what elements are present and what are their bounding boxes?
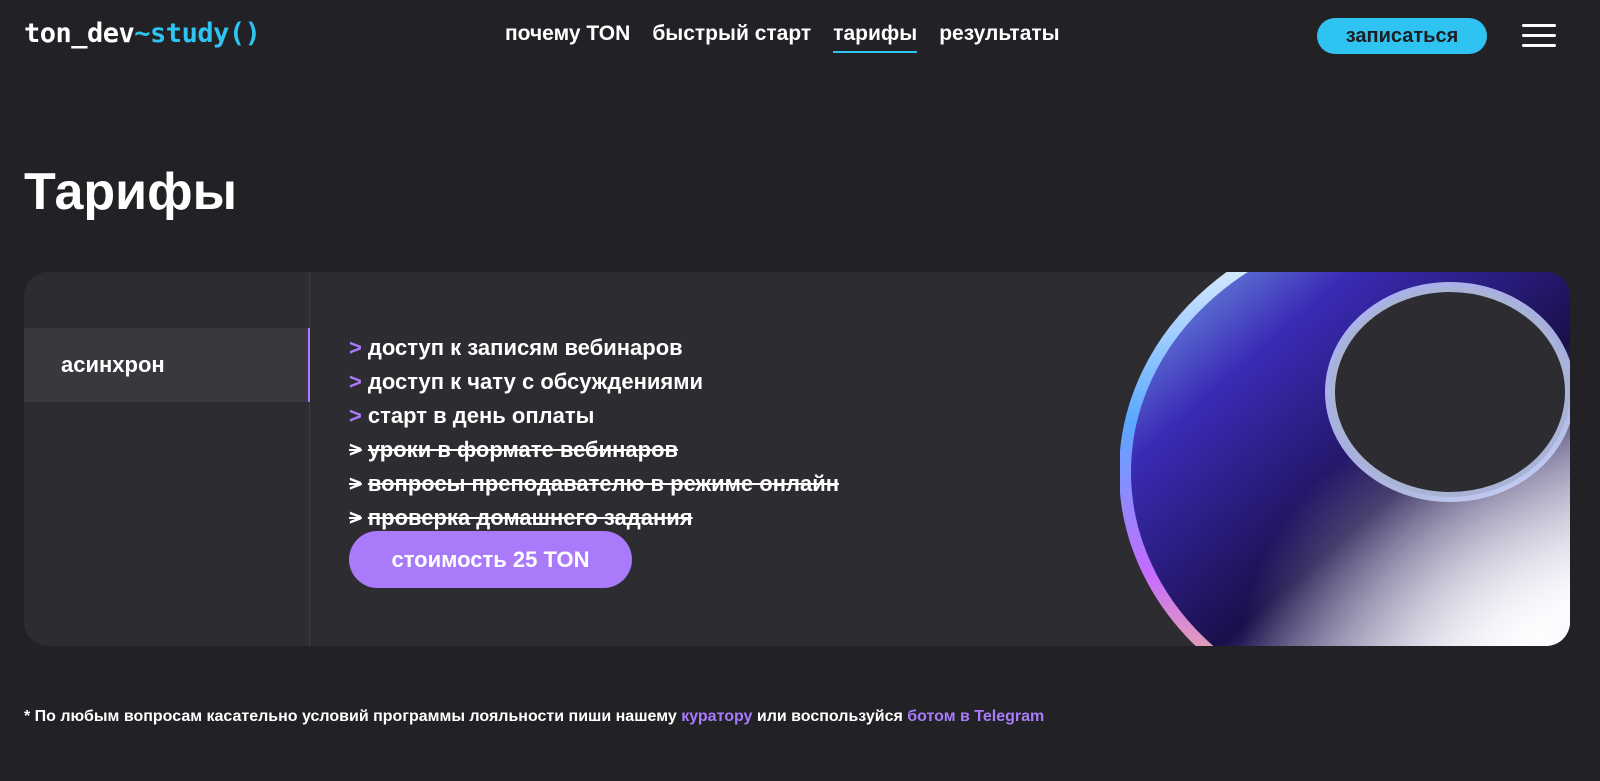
tariff-tab-async[interactable]: асинхрон xyxy=(24,328,310,402)
feature-text: доступ к записям вебинаров xyxy=(367,335,683,360)
nav-results[interactable]: результаты xyxy=(939,22,1059,53)
feature-text: доступ к чату с обсуждениями xyxy=(367,369,704,394)
feature-text: проверка домашнего задания xyxy=(367,505,693,530)
menu-line xyxy=(1522,24,1556,27)
telegram-bot-link[interactable]: ботом в Telegram xyxy=(907,708,1044,725)
bullet-icon: > xyxy=(349,505,362,530)
feature-item-excluded: > проверка домашнего задания xyxy=(349,501,839,535)
feature-text: уроки в формате вебинаров xyxy=(367,437,679,462)
bullet-icon: > xyxy=(349,437,362,462)
bullet-icon: > xyxy=(349,369,362,394)
menu-line xyxy=(1522,44,1556,47)
site-header: ton_dev~study() почему TON быстрый старт… xyxy=(0,0,1600,72)
feature-item-excluded: > уроки в формате вебинаров xyxy=(349,433,839,467)
logo-main: ton_dev xyxy=(24,18,135,49)
feature-item: > доступ к чату с обсуждениями xyxy=(349,365,839,399)
glass-ring-image xyxy=(1120,272,1570,646)
feature-item-excluded: > вопросы преподавателю в режиме онлайн xyxy=(349,467,839,501)
page-title: Тарифы xyxy=(24,163,238,221)
feature-list: > доступ к записям вебинаров > доступ к ча… xyxy=(349,331,839,535)
curator-link[interactable]: куратору xyxy=(681,708,752,725)
feature-text: старт в день оплаты xyxy=(367,403,595,428)
nav-why-ton[interactable]: почему TON xyxy=(505,22,630,53)
nav-tariffs[interactable]: тарифы xyxy=(833,22,918,53)
tariff-card: асинхрон > доступ к записям вебинаров > до… xyxy=(24,272,1570,646)
site-logo[interactable]: ton_dev~study() xyxy=(24,18,261,49)
footnote-text: или воспользуйся xyxy=(752,708,908,725)
feature-text: вопросы преподавателю в режиме онлайн xyxy=(367,471,840,496)
menu-line xyxy=(1522,34,1556,37)
footnote-text: * По любым вопросам касательно условий п… xyxy=(24,708,682,725)
feature-item: > доступ к записям вебинаров xyxy=(349,331,839,365)
loyalty-footnote: * По любым вопросам касательно условий п… xyxy=(24,708,1044,726)
bullet-icon: > xyxy=(349,335,362,360)
bullet-icon: > xyxy=(349,471,362,496)
price-button[interactable]: стоимость 25 TON xyxy=(349,531,632,588)
signup-button[interactable]: записаться xyxy=(1317,18,1487,54)
hamburger-icon[interactable] xyxy=(1522,22,1556,50)
tariff-tab-label: асинхрон xyxy=(61,352,165,377)
main-nav: почему TON быстрый старт тарифы результа… xyxy=(505,22,1060,53)
nav-quick-start[interactable]: быстрый старт xyxy=(652,22,811,53)
bullet-icon: > xyxy=(349,403,362,428)
logo-accent: ~study() xyxy=(134,18,261,49)
tariff-tabs: асинхрон xyxy=(24,272,310,646)
feature-item: > старт в день оплаты xyxy=(349,399,839,433)
